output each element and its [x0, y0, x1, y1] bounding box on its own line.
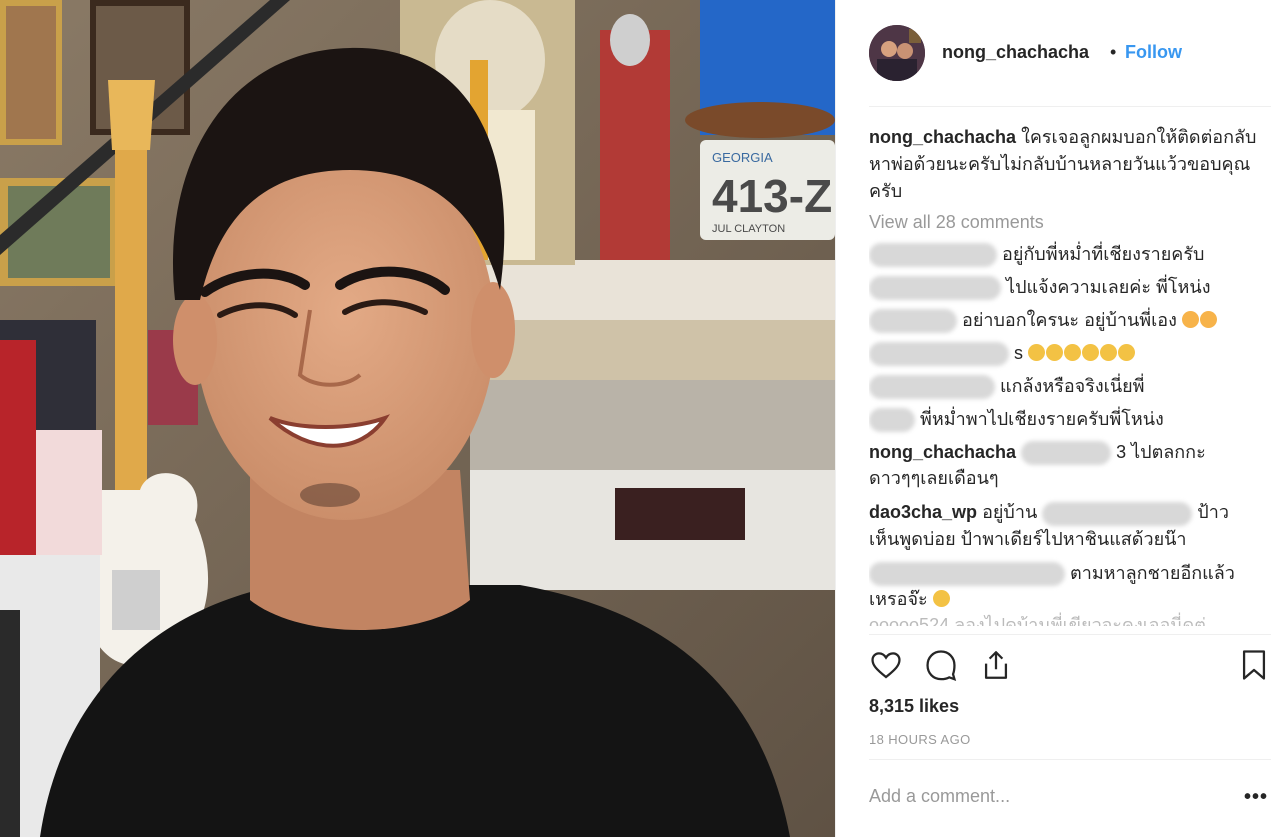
comment-username[interactable]: nong_chachacha — [869, 442, 1016, 462]
comment-item: ตามหาลูกชายอีกแล้ว เหรอจ๊ะ — [869, 560, 1271, 612]
caption-username[interactable]: nong_chachacha — [869, 127, 1016, 147]
comment-text: อยู่กับพี่หม่ำที่เชียงรายครับ — [1002, 244, 1205, 264]
blurred-username — [869, 408, 915, 433]
blurred-username — [869, 342, 1009, 367]
post-photo[interactable]: GEORGIA 413-Z JUL CLAYTON — [0, 0, 835, 837]
follow-button[interactable]: Follow — [1125, 42, 1182, 63]
svg-text:GEORGIA: GEORGIA — [712, 150, 773, 165]
avatar-image — [869, 25, 925, 81]
blurred-username — [869, 276, 1001, 301]
comment-item-partial: ooooo524 ลองไปดูบ้านพี่เขียวจะคงเจอนี่ดู… — [869, 614, 1206, 626]
comment-item: อย่าบอกใครนะ อยู่บ้านพี่เอง — [869, 307, 1271, 340]
comment-text: ไปแจ้งความเลยค่ะ พี่โหน่ง — [1006, 277, 1211, 297]
comment-text: อย่าบอกใครนะ อยู่บ้านพี่เอง — [962, 310, 1177, 330]
bookmark-icon-svg — [1242, 650, 1266, 680]
comment-item: พี่หม่ำพาไปเชียงรายครับพี่โหน่ง — [869, 406, 1271, 439]
blurred-mention — [1042, 501, 1193, 526]
comment-username[interactable]: dao3cha_wp — [869, 502, 977, 522]
svg-text:413-Z: 413-Z — [712, 170, 832, 222]
laughing-face-icon — [1082, 344, 1100, 361]
comment-text: พี่หม่ำพาไปเชียงรายครับพี่โหน่ง — [920, 409, 1164, 429]
share-icon-svg — [984, 651, 1008, 679]
divider — [869, 106, 1271, 107]
post-header: nong_chachacha • Follow — [836, 0, 1280, 107]
comment-text: ตามหาลูกชายอีกแล้ว — [1070, 562, 1235, 583]
blurred-username — [869, 375, 995, 400]
kissing-face-icon — [1181, 311, 1199, 328]
share-icon[interactable] — [979, 648, 1013, 687]
kissing-face-icon — [1199, 311, 1217, 328]
comment-text: 3 ไปตลกกะ — [1116, 442, 1206, 462]
grinning-face-icon — [932, 589, 950, 607]
post-timestamp: 18 HOURS AGO — [869, 732, 971, 747]
comment-text-line2: ดาวๆๆเลยเดือนๆ — [869, 468, 999, 489]
blurred-username — [869, 309, 957, 334]
comment-text-tail: ป้าว — [1197, 502, 1229, 523]
laughing-face-icon — [1118, 344, 1136, 361]
divider — [869, 759, 1271, 760]
blurred-mention — [1021, 441, 1112, 466]
more-options-button[interactable]: ••• — [1244, 786, 1268, 809]
username-link[interactable]: nong_chachacha — [942, 42, 1089, 63]
heart-icon[interactable] — [869, 648, 903, 687]
laughing-face-icon — [1064, 344, 1082, 361]
laughing-face-icon — [1028, 344, 1046, 361]
divider — [869, 634, 1271, 635]
comment-item: แกล้งหรือจริงเนี่ยพี่ — [869, 373, 1271, 406]
comment-item: อยู่กับพี่หม่ำที่เชียงรายครับ — [869, 241, 1271, 274]
comment-text: แกล้งหรือจริงเนี่ยพี่ — [1000, 376, 1145, 396]
likes-count[interactable]: 8,315 likes — [869, 696, 959, 717]
heart-icon-svg — [871, 652, 901, 679]
comment-text-line2: เห็นพูดบ่อย ป้าพาเดียร์ไปหาชินแสด้วยน๊า — [869, 528, 1187, 549]
avatar[interactable] — [869, 25, 925, 81]
view-all-comments-link[interactable]: View all 28 comments — [869, 209, 1271, 235]
add-comment-input[interactable]: Add a comment... — [869, 786, 1010, 807]
blurred-username — [869, 561, 1065, 586]
laughing-face-icon — [1100, 344, 1118, 361]
comment-text-line2: เหรอจ๊ะ — [869, 588, 928, 609]
comments-list[interactable]: nong_chachacha ใครเจอลูกผมบอกให้ติดต่อกล… — [869, 124, 1271, 634]
comment-text: s — [1014, 343, 1024, 363]
separator-dot: • — [1110, 42, 1117, 62]
blurred-username — [869, 243, 997, 268]
comment-item: dao3cha_wp อยู่บ้าน ป้าว เห็นพูดบ่อย ป้า… — [869, 499, 1271, 551]
comment-text: อยู่บ้าน — [982, 502, 1038, 523]
post-caption: nong_chachacha ใครเจอลูกผมบอกให้ติดต่อกล… — [869, 124, 1271, 205]
laughing-face-icon — [1046, 344, 1064, 361]
action-bar — [869, 648, 1271, 688]
bookmark-icon[interactable] — [1237, 648, 1271, 687]
post-side-panel: nong_chachacha • Follow nong_chachacha ใ… — [835, 0, 1280, 837]
photo-illustration: GEORGIA 413-Z JUL CLAYTON — [0, 0, 835, 837]
comment-item: nong_chachacha 3 ไปตลกกะ ดาวๆๆเลยเดือนๆ — [869, 439, 1271, 491]
comment-icon-svg — [926, 650, 957, 681]
comment-item: ไปแจ้งความเลยค่ะ พี่โหน่ง — [869, 274, 1271, 307]
svg-text:JUL CLAYTON: JUL CLAYTON — [712, 223, 785, 235]
comment-item: s — [869, 340, 1271, 373]
comment-icon[interactable] — [924, 648, 958, 687]
instagram-post-modal: GEORGIA 413-Z JUL CLAYTON nong_chachacha… — [0, 0, 1280, 837]
